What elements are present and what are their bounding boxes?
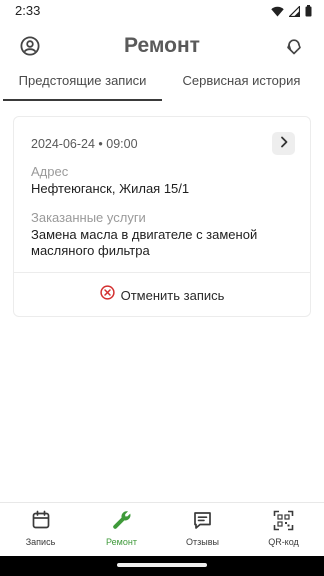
- chevron-right-icon: [279, 135, 289, 153]
- support-button[interactable]: [282, 36, 306, 60]
- wrench-icon: [111, 509, 133, 531]
- support-icon: [284, 36, 304, 61]
- tab-service-history[interactable]: Сервисная история: [162, 68, 321, 101]
- nav-label-reviews: Отзывы: [186, 537, 219, 547]
- services-value: Замена масла в двигателе с заменой масля…: [31, 227, 258, 258]
- battery-icon: [305, 4, 312, 22]
- chat-icon: [192, 509, 214, 531]
- appointment-datetime: 2024-06-24 • 09:00: [31, 137, 138, 151]
- nav-label-qr: QR-код: [268, 537, 299, 547]
- cancel-appointment-button[interactable]: Отменить запись: [14, 273, 310, 317]
- cancel-appointment-label: Отменить запись: [120, 287, 225, 303]
- active-tab-indicator: [3, 99, 162, 101]
- nav-item-repair[interactable]: Ремонт: [81, 509, 162, 555]
- wifi-icon: [271, 4, 284, 22]
- nav-item-reviews[interactable]: Отзывы: [162, 509, 243, 555]
- status-time: 2:33: [15, 3, 41, 18]
- bottom-navigation: Запись Ремонт Отзывы QR-код: [0, 502, 324, 556]
- status-icons: [271, 4, 312, 22]
- cancel-circle-icon: [99, 285, 115, 305]
- tab-upcoming[interactable]: Предстоящие записи: [3, 68, 162, 101]
- nav-item-booking[interactable]: Запись: [0, 509, 81, 555]
- appointment-card: 2024-06-24 • 09:00 Адрес Нефтеюганск, Жи…: [13, 116, 311, 317]
- app-header: Ремонт: [0, 28, 324, 68]
- tab-bar: Предстоящие записи Сервисная история: [0, 68, 324, 101]
- nav-item-qr[interactable]: QR-код: [243, 509, 324, 555]
- home-gesture-handle[interactable]: [117, 563, 207, 567]
- system-navigation-bar: [0, 556, 324, 576]
- nav-label-booking: Запись: [25, 537, 56, 547]
- address-label: Адрес: [31, 164, 69, 179]
- details-button[interactable]: [272, 132, 295, 155]
- calendar-icon: [30, 509, 52, 531]
- status-bar: 2:33: [0, 0, 324, 22]
- qr-scan-icon: [273, 509, 295, 531]
- nav-label-repair: Ремонт: [106, 537, 137, 547]
- address-value: Нефтеюганск, Жилая 15/1: [31, 181, 190, 196]
- signal-icon: [288, 4, 301, 22]
- services-label: Заказанные услуги: [31, 210, 146, 225]
- page-title: Ремонт: [124, 34, 200, 57]
